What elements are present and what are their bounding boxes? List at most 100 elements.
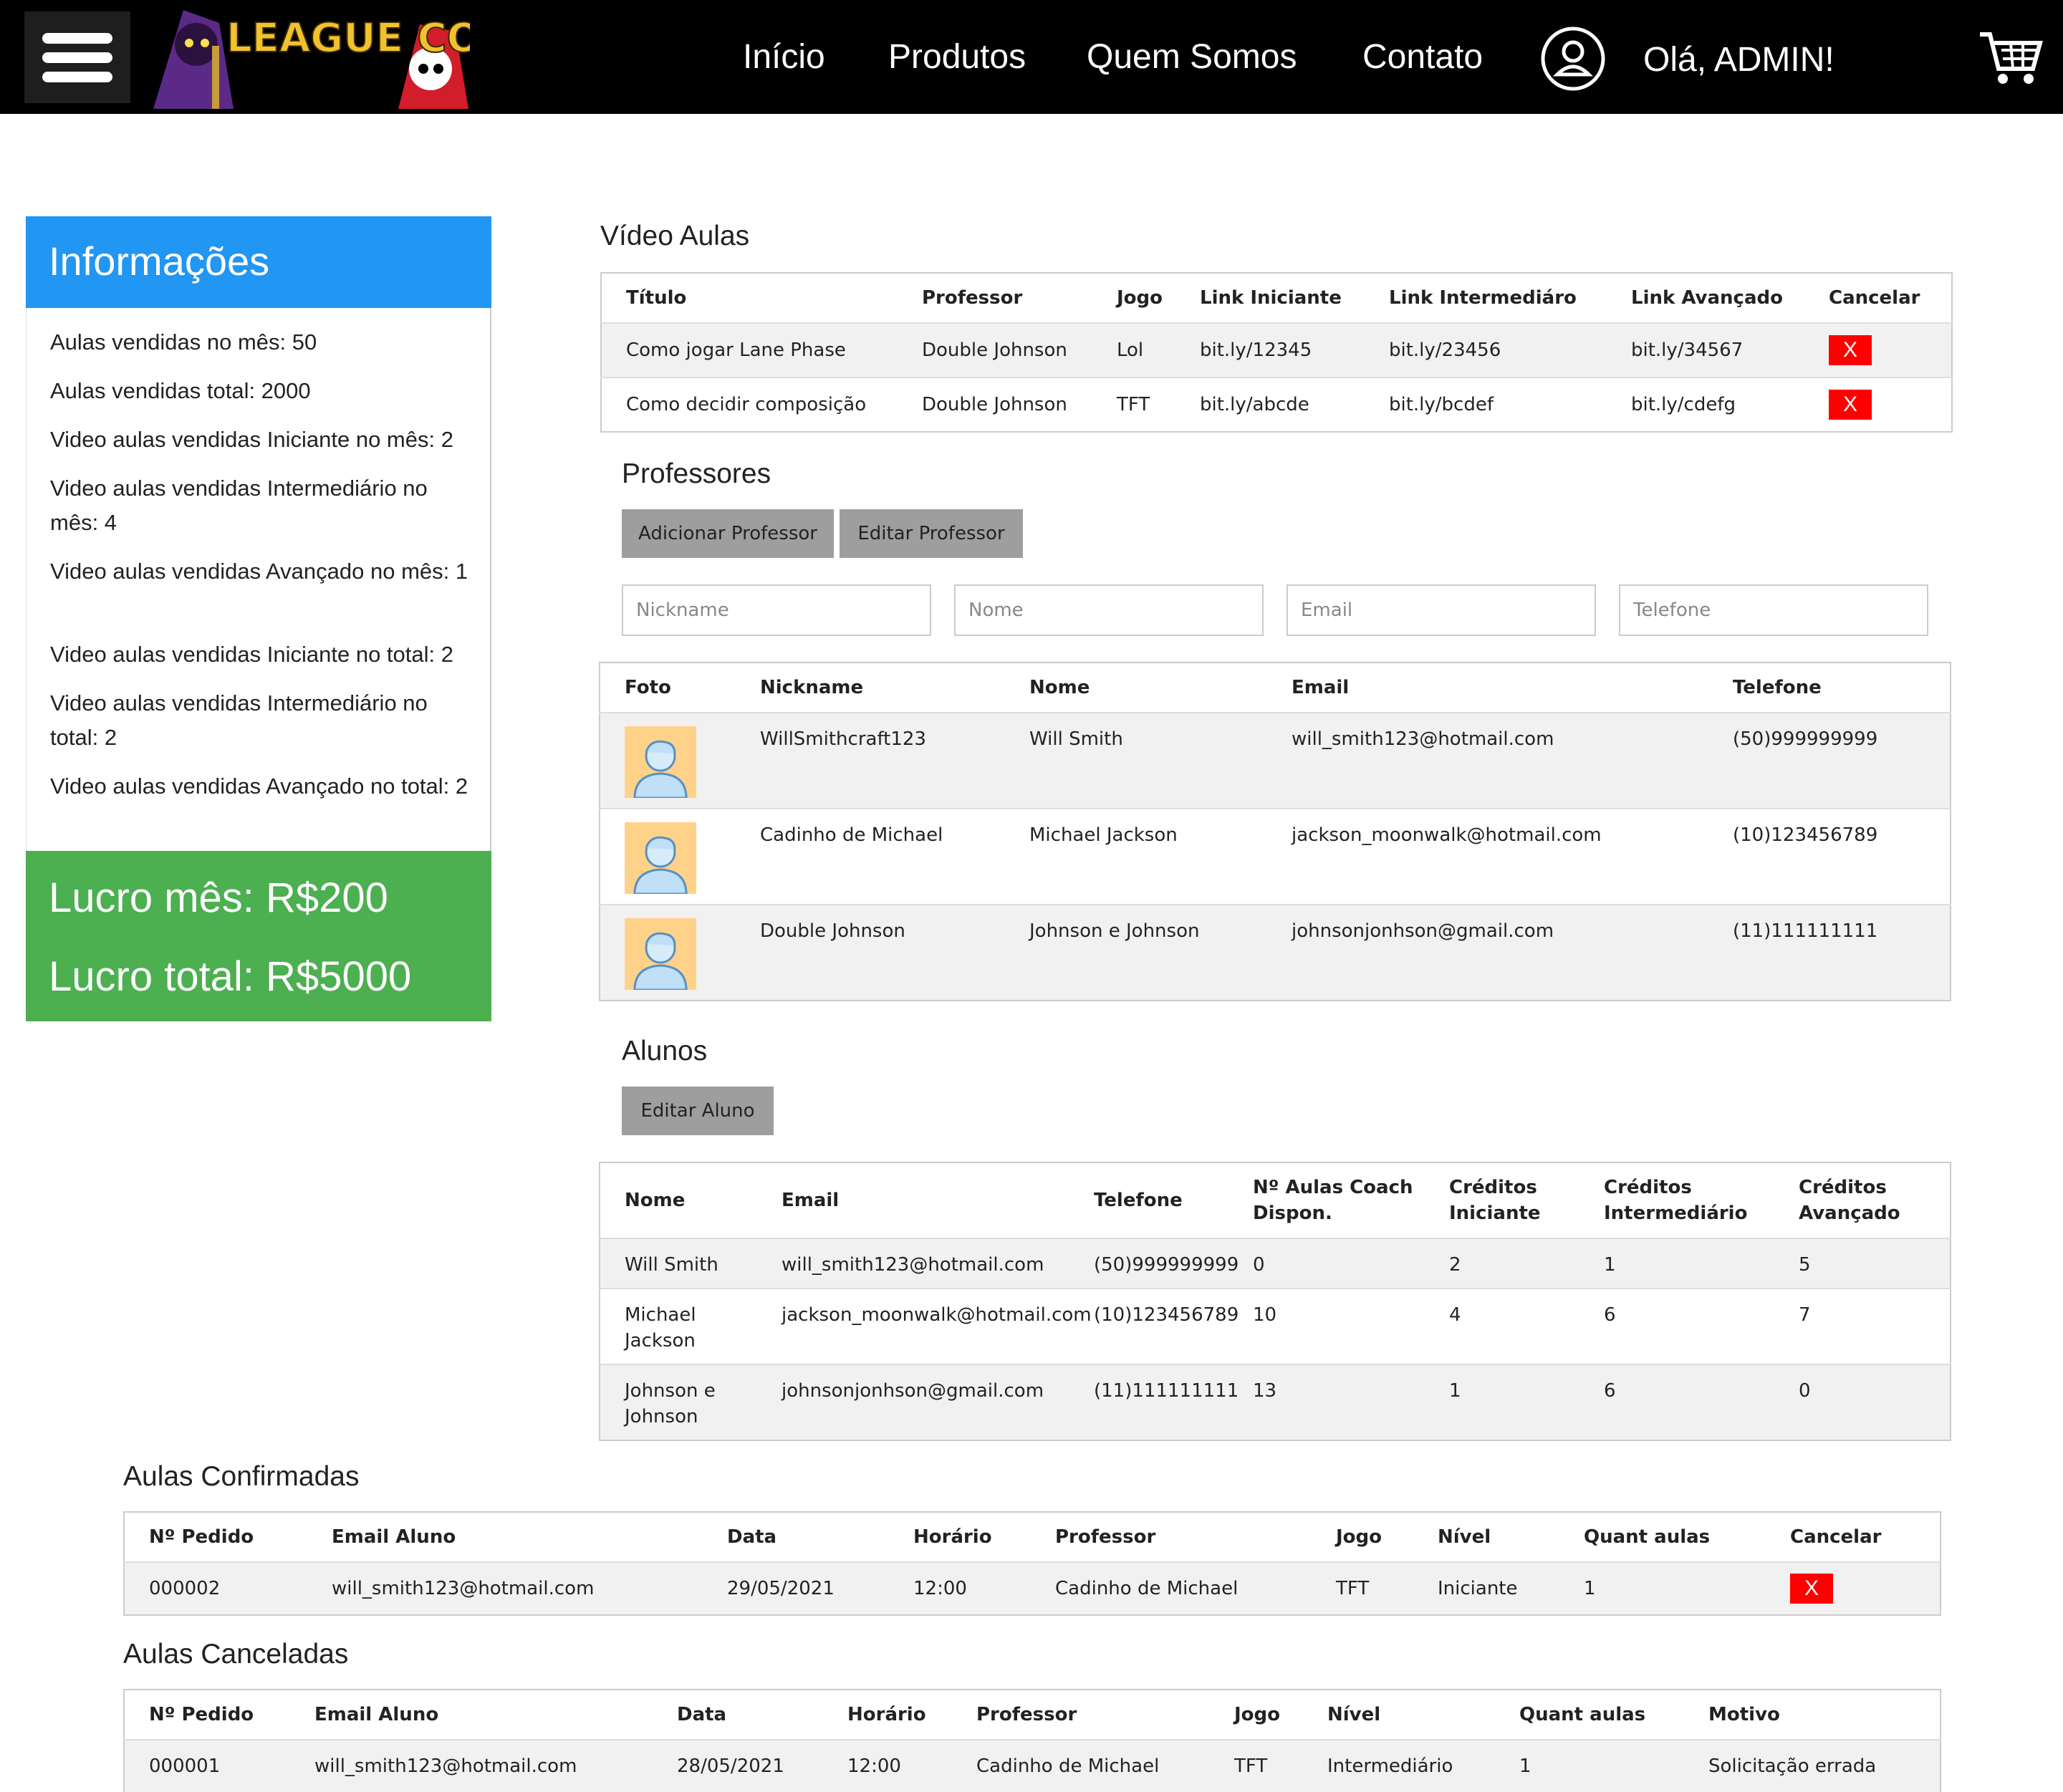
cell-professor: Cadinho de Michael	[952, 1739, 1210, 1792]
cell-nickname: Cadinho de Michael	[736, 808, 1005, 905]
photo-cell	[600, 808, 736, 905]
user-circle-icon[interactable]	[1540, 26, 1606, 92]
nome-field[interactable]	[954, 584, 1264, 636]
cell-email: jackson_moonwalk@hotmail.com	[1267, 808, 1708, 905]
cell-email: johnsonjonhson@gmail.com	[1267, 904, 1708, 1001]
nickname-field[interactable]	[622, 584, 931, 636]
cell-jogo: TFT	[1312, 1561, 1413, 1615]
link-iniciante[interactable]: bit.ly/abcde	[1175, 377, 1365, 432]
info-item: Aulas vendidas no mês: 50	[50, 329, 317, 355]
cell-nickname: WillSmithcraft123	[736, 712, 1005, 809]
cell-telefone: (11)111111111	[1708, 904, 1951, 1001]
hamburger-icon	[42, 33, 112, 44]
cell-creditos-avancado: 5	[1774, 1238, 1951, 1288]
link-intermediario[interactable]: bit.ly/23456	[1365, 322, 1607, 377]
cell-horario: 12:00	[889, 1561, 1031, 1615]
cancel-video-button[interactable]: X	[1829, 335, 1872, 365]
info-item: Video aulas vendidas Avançado no total: …	[50, 774, 468, 799]
cell-data: 29/05/2021	[703, 1561, 889, 1615]
profit-box: Lucro mês: R$200 Lucro total: R$5000	[26, 851, 491, 1021]
column-header: Telefone	[1069, 1162, 1228, 1238]
column-header: Link Intermediáro	[1365, 273, 1607, 323]
telefone-field[interactable]	[1619, 584, 1928, 636]
column-header: Email Aluno	[307, 1512, 703, 1562]
cell-email: johnsonjonhson@gmail.com	[757, 1364, 1069, 1440]
avatar-icon	[625, 726, 696, 798]
cell-quant-aulas: 1	[1559, 1561, 1766, 1615]
professores-table: Foto Nickname Nome Email Telefone WillSm…	[599, 662, 1951, 1001]
cell-aulas-coach: 10	[1228, 1288, 1425, 1364]
cell-creditos-iniciante: 2	[1425, 1238, 1579, 1288]
column-header: Quant aulas	[1495, 1690, 1684, 1740]
cancel-aula-button[interactable]: X	[1790, 1574, 1833, 1604]
column-header: Créditos Avançado	[1774, 1162, 1951, 1238]
link-avancado[interactable]: bit.ly/34567	[1607, 322, 1804, 377]
table-row: 000002 will_smith123@hotmail.com 29/05/2…	[124, 1561, 1941, 1615]
alunos-title: Alunos	[622, 1036, 708, 1066]
cell-creditos-avancado: 7	[1774, 1288, 1951, 1364]
cell-motivo: Solicitação errada	[1684, 1739, 1941, 1792]
league-coaching-logo[interactable]: LEAGUE COACHING	[140, 3, 470, 110]
link-iniciante[interactable]: bit.ly/12345	[1175, 322, 1365, 377]
hamburger-menu-button[interactable]	[24, 11, 130, 103]
column-header: Professor	[1031, 1512, 1312, 1562]
edit-aluno-button[interactable]: Editar Aluno	[622, 1087, 774, 1135]
nav-contato[interactable]: Contato	[1362, 37, 1483, 77]
column-header: Título	[601, 273, 898, 323]
info-item: Aulas vendidas total: 2000	[50, 378, 311, 403]
cell-telefone: (50)999999999	[1069, 1238, 1239, 1288]
cancel-cell: X	[1804, 322, 1952, 377]
cancel-video-button[interactable]: X	[1829, 390, 1872, 420]
cell-creditos-intermediario: 1	[1579, 1238, 1774, 1288]
add-professor-button[interactable]: Adicionar Professor	[622, 509, 834, 558]
link-intermediario[interactable]: bit.ly/bcdef	[1365, 377, 1607, 432]
cell-horario: 12:00	[823, 1739, 952, 1792]
column-header: Motivo	[1684, 1690, 1941, 1740]
column-header: Nº Aulas Coach Dispon.	[1228, 1162, 1425, 1238]
nav-inicio[interactable]: Início	[743, 37, 825, 77]
cell-email: will_smith123@hotmail.com	[757, 1238, 1069, 1288]
top-navbar: LEAGUE COACHING Início Produtos Quem Som…	[0, 0, 2063, 114]
cell-aulas-coach: 13	[1228, 1364, 1425, 1440]
cell-telefone: (50)999999999	[1708, 712, 1951, 809]
column-header: Professor	[898, 273, 1092, 323]
photo-cell	[600, 712, 736, 809]
info-item: Video aulas vendidas Avançado no mês: 1	[50, 559, 468, 584]
cell-email: will_smith123@hotmail.com	[1267, 712, 1708, 809]
cell-titulo: Como jogar Lane Phase	[601, 322, 898, 377]
aulas-canceladas-title: Aulas Canceladas	[123, 1639, 349, 1670]
hamburger-icon-line	[42, 72, 112, 82]
nav-quem-somos[interactable]: Quem Somos	[1087, 37, 1297, 77]
info-item: Video aulas vendidas Intermediário no to…	[50, 690, 428, 750]
column-header: Nº Pedido	[124, 1690, 290, 1740]
table-row: Como decidir composição Double Johnson T…	[601, 377, 1952, 432]
cell-creditos-intermediario: 6	[1579, 1364, 1774, 1440]
column-header: Jogo	[1092, 273, 1175, 323]
cell-telefone: (10)123456789	[1069, 1288, 1239, 1364]
cell-creditos-intermediario: 6	[1579, 1288, 1774, 1364]
column-header: Jogo	[1312, 1512, 1413, 1562]
avatar-icon	[625, 918, 696, 990]
column-header: Jogo	[1210, 1690, 1303, 1740]
table-row: WillSmithcraft123 Will Smith will_smith1…	[600, 712, 1951, 809]
nav-produtos[interactable]: Produtos	[888, 37, 1026, 77]
photo-cell	[600, 904, 736, 1001]
column-header: Nº Pedido	[124, 1512, 307, 1562]
column-header: Nível	[1303, 1690, 1495, 1740]
cell-jogo: TFT	[1210, 1739, 1303, 1792]
column-header: Nome	[600, 1162, 757, 1238]
cell-nome: Michael Jackson	[1005, 808, 1267, 905]
link-avancado[interactable]: bit.ly/cdefg	[1607, 377, 1804, 432]
column-header: Horário	[823, 1690, 952, 1740]
cell-professor: Double Johnson	[898, 377, 1092, 432]
cell-nivel: Intermediário	[1303, 1739, 1495, 1792]
aulas-canceladas-table: Nº Pedido Email Aluno Data Horário Profe…	[123, 1689, 1941, 1792]
info-item: Video aulas vendidas Intermediário no mê…	[50, 476, 428, 535]
cell-pedido: 000001	[124, 1739, 290, 1792]
column-header: Email	[1267, 663, 1708, 713]
cell-nome: Michael Jackson	[600, 1288, 757, 1364]
email-field[interactable]	[1287, 584, 1596, 636]
profit-total: Lucro total: R$5000	[49, 953, 412, 1000]
edit-professor-button[interactable]: Editar Professor	[840, 509, 1023, 558]
cart-icon[interactable]	[1978, 29, 2043, 86]
